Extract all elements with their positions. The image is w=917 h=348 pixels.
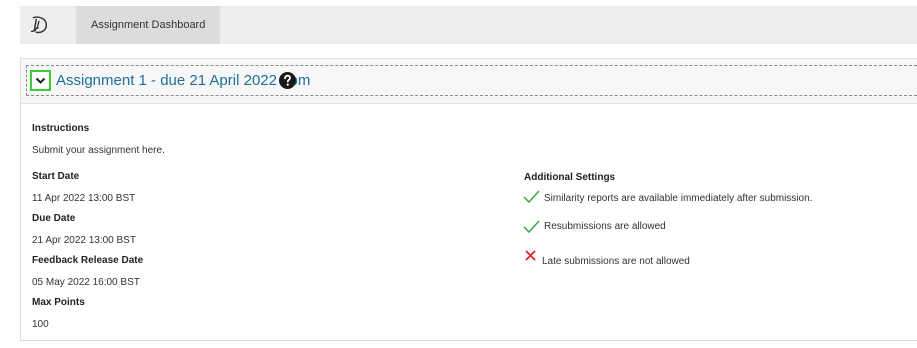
instructions-text: Submit your assignment here. (32, 145, 165, 156)
max-points-value: 100 (32, 319, 49, 330)
assignment-panel: Assignment 1 - due 21 April 2022 1pm Ins… (20, 58, 917, 341)
assignment-title[interactable]: Assignment 1 - due 21 April 2022 1pm (56, 72, 310, 89)
check-icon (523, 220, 540, 233)
start-date-label: Start Date (32, 171, 80, 182)
due-date-value: 21 Apr 2022 13:00 BST (32, 235, 136, 246)
cross-icon (525, 250, 536, 261)
feedback-date-label: Feedback Release Date (32, 255, 144, 266)
collapse-toggle-button[interactable] (30, 70, 51, 91)
chevron-down-icon (35, 77, 46, 84)
start-date-value: 11 Apr 2022 13:00 BST (32, 193, 136, 204)
resubmission-setting-text: Resubmissions are allowed (544, 221, 666, 232)
help-icon[interactable] (279, 72, 296, 89)
tab-assignment-dashboard[interactable]: Assignment Dashboard (76, 6, 221, 44)
assignment-header: Assignment 1 - due 21 April 2022 1pm (21, 59, 917, 104)
instructions-label: Instructions (32, 123, 90, 134)
check-icon (523, 190, 540, 203)
late-submission-setting-text: Late submissions are not allowed (542, 256, 690, 267)
top-bar: Assignment Dashboard (20, 6, 917, 44)
feedback-date-value: 05 May 2022 16:00 BST (32, 277, 140, 288)
max-points-label: Max Points (32, 297, 85, 308)
due-date-label: Due Date (32, 213, 76, 224)
additional-settings-title: Additional Settings (524, 172, 616, 183)
similarity-setting-text: Similarity reports are available immedia… (544, 193, 813, 204)
app-logo-icon[interactable] (20, 6, 58, 44)
